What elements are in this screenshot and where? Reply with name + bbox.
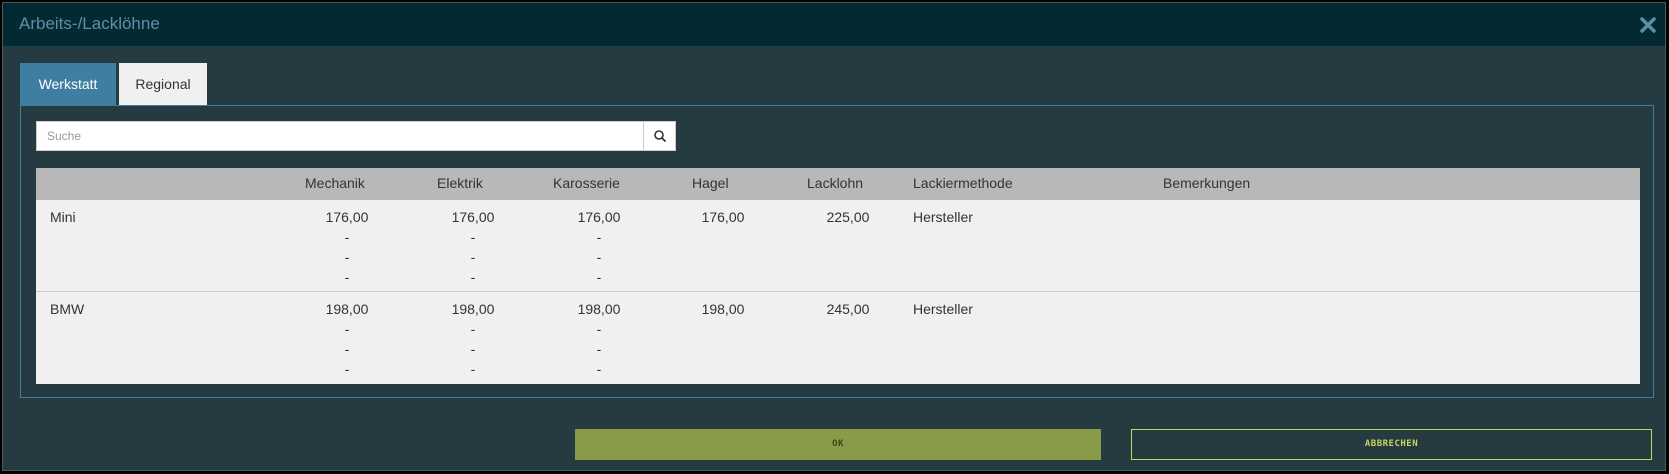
tab-panel: Mechanik Elektrik Karosserie Hagel Lackl… [20,105,1654,398]
cell-value: 176,00 [451,209,495,225]
cell-hagel: 176,00 [701,209,745,225]
cell-karosserie: 176,00 - - - [559,207,639,287]
search-icon [654,130,666,142]
column-header-bemerkungen[interactable]: Bemerkungen [1163,175,1250,191]
cell-value: - [470,249,476,265]
cell-hagel: 198,00 [701,301,745,317]
table-header: Mechanik Elektrik Karosserie Hagel Lackl… [36,168,1640,200]
cell-value: - [344,321,350,337]
column-header-lackiermethode[interactable]: Lackiermethode [913,175,1013,191]
cancel-button[interactable]: ABBRECHEN [1131,429,1652,460]
cell-mechanik: 176,00 - - - [307,207,387,287]
row-name: BMW [50,301,85,317]
cell-value: - [344,269,350,285]
table-row[interactable]: Mini 176,00 - - - 176,00 - - - 176,00 - … [36,200,1640,292]
cell-value: 176,00 [325,209,369,225]
cell-elektrik: 198,00 - - - [433,299,513,379]
cell-lackiermethode: Hersteller [913,209,973,225]
column-header-elektrik[interactable]: Elektrik [437,175,483,191]
cell-elektrik: 176,00 - - - [433,207,513,287]
cell-value: - [470,269,476,285]
cell-value: - [470,229,476,245]
search-input[interactable] [37,122,644,150]
cell-value: 198,00 [577,301,621,317]
search-box [36,121,676,151]
cell-value: - [344,361,350,377]
tab-regional[interactable]: Regional [119,63,207,105]
cell-value: - [596,249,602,265]
cell-value: - [596,229,602,245]
cell-mechanik: 198,00 - - - [307,299,387,379]
cell-value: - [344,341,350,357]
cell-value: - [596,269,602,285]
cell-value: - [470,341,476,357]
column-header-mechanik[interactable]: Mechanik [305,175,365,191]
column-header-karosserie[interactable]: Karosserie [553,175,620,191]
cell-lacklohn: 245,00 [826,301,870,317]
rates-table: Mechanik Elektrik Karosserie Hagel Lackl… [36,168,1640,384]
cell-value: 176,00 [577,209,621,225]
dialog-titlebar: Arbeits-/Lacklöhne [3,3,1665,47]
cell-value: - [596,361,602,377]
cell-value: 198,00 [325,301,369,317]
cell-value: - [344,229,350,245]
column-header-lacklohn[interactable]: Lacklohn [807,175,863,191]
search-button[interactable] [643,122,675,150]
cell-lacklohn: 225,00 [826,209,870,225]
dialog-title: Arbeits-/Lacklöhne [19,14,160,33]
column-header-hagel[interactable]: Hagel [692,175,729,191]
row-name: Mini [50,209,76,225]
cell-value: - [344,249,350,265]
cell-value: - [470,321,476,337]
close-icon[interactable] [1637,14,1659,36]
dialog: Arbeits-/Lacklöhne Werkstatt Regional Me… [2,2,1666,471]
cell-value: - [596,321,602,337]
tab-werkstatt[interactable]: Werkstatt [20,63,116,105]
table-row[interactable]: BMW 198,00 - - - 198,00 - - - 198,00 - - [36,292,1640,384]
ok-button[interactable]: OK [575,429,1101,460]
cell-value: - [470,361,476,377]
cell-value: 198,00 [451,301,495,317]
cell-lackiermethode: Hersteller [913,301,973,317]
cell-karosserie: 198,00 - - - [559,299,639,379]
cell-value: - [596,341,602,357]
